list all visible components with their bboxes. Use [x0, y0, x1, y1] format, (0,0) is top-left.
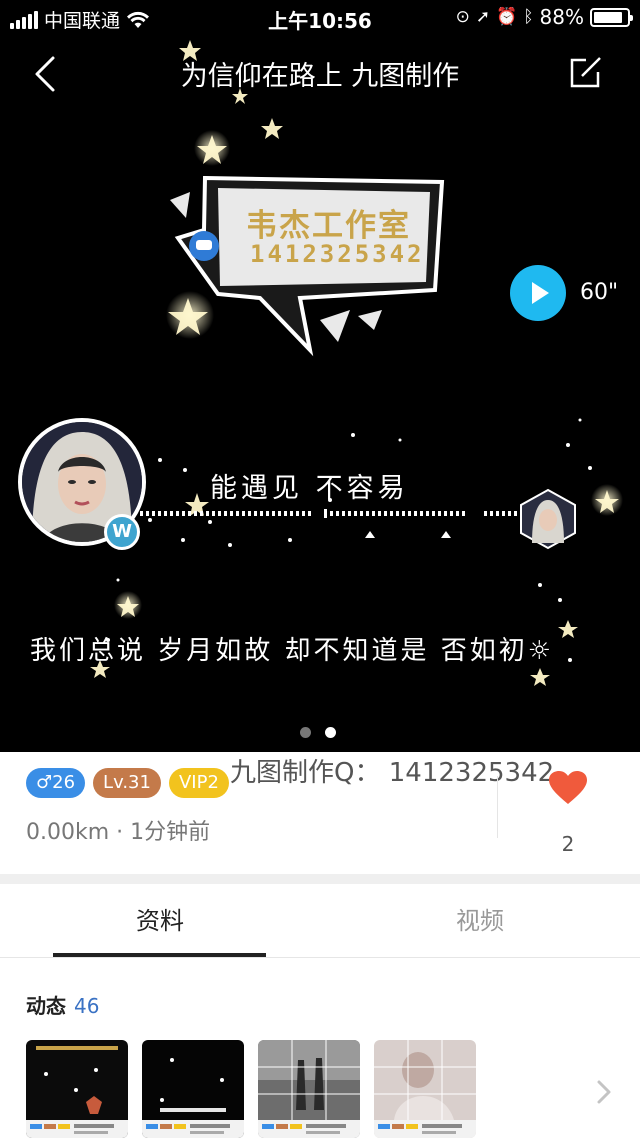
- moments-label: 动态: [26, 994, 66, 1018]
- profile-tabs: 资料 视频: [0, 884, 640, 958]
- moments-count: 46: [74, 994, 100, 1018]
- watermark-text: 九图制作Q： 1412325342: [230, 758, 555, 788]
- battery-level: [594, 11, 623, 23]
- lyric-line-2: 我们总说 岁月如故 却不知道是 否如初☼: [30, 636, 555, 666]
- status-right: ⊙ ➚ ⏰ ᛒ 88%: [455, 5, 633, 29]
- alarm-icon: ⏰: [496, 7, 518, 27]
- moment-thumbnail[interactable]: [142, 1040, 244, 1138]
- bluetooth-icon: ᛒ: [523, 7, 534, 27]
- divider: [497, 776, 498, 838]
- thumbnail-image: [142, 1040, 244, 1138]
- moment-thumbnail[interactable]: [26, 1040, 128, 1138]
- battery-percent: 88%: [539, 5, 584, 29]
- carousel-dot[interactable]: [325, 727, 336, 738]
- moments-thumbnails: [26, 1040, 476, 1138]
- voice-duration: 60": [580, 280, 619, 305]
- tab-profile[interactable]: 资料: [0, 884, 320, 958]
- battery-icon: [590, 7, 633, 27]
- voice-play-button[interactable]: [510, 265, 566, 321]
- avatar-badge: W: [104, 514, 140, 550]
- moment-thumbnail[interactable]: [258, 1040, 360, 1138]
- lyric-line-1: 能遇见 不容易: [210, 473, 409, 504]
- status-bar: 中国联通 上午10:56 ⊙ ➚ ⏰ ᛒ 88%: [0, 0, 640, 36]
- profile-info: 九图制作Q： 1412325342 ♂26 Lv.31 VIP2 0.00km …: [0, 752, 640, 874]
- moments-header[interactable]: 动态 46: [26, 990, 99, 1019]
- profile-badges: ♂26 Lv.31 VIP2: [26, 768, 229, 798]
- studio-number: 1412325342: [250, 240, 425, 268]
- gender-age-badge: ♂26: [26, 768, 86, 798]
- back-arrow-icon[interactable]: [28, 54, 68, 94]
- moment-thumbnail[interactable]: [374, 1040, 476, 1138]
- edit-icon[interactable]: [568, 54, 604, 90]
- location-icon: ➚: [475, 7, 491, 27]
- distance-time: 0.00km · 1分钟前: [26, 820, 211, 845]
- thumbnail-image: [258, 1040, 360, 1138]
- heart-icon: [549, 771, 587, 804]
- like-button[interactable]: 2: [540, 766, 596, 856]
- thumbnail-image: [374, 1040, 476, 1138]
- chevron-right-icon[interactable]: [594, 1078, 614, 1106]
- tab-video[interactable]: 视频: [320, 884, 640, 958]
- nav-bar: 为信仰在路上 九图制作: [0, 42, 640, 102]
- carousel-dot[interactable]: [300, 727, 311, 738]
- thumbnail-image: [26, 1040, 128, 1138]
- moments-section: 动态 46: [0, 958, 640, 1138]
- like-count: 2: [561, 832, 575, 856]
- page-title: 为信仰在路上 九图制作: [180, 61, 460, 92]
- active-tab-indicator: [53, 953, 266, 957]
- carousel-dots[interactable]: [300, 727, 336, 738]
- rotation-lock-icon: ⊙: [455, 7, 470, 27]
- level-badge: Lv.31: [93, 768, 161, 798]
- studio-name: 韦杰工作室: [246, 208, 411, 244]
- section-divider: [0, 874, 640, 884]
- vip-badge: VIP2: [168, 768, 229, 798]
- hexagon-avatar: [520, 488, 576, 550]
- studio-banner: 韦杰工作室 1412325342: [160, 170, 460, 360]
- hero-cover[interactable]: 中国联通 上午10:56 ⊙ ➚ ⏰ ᛒ 88% 为信仰在路上 九图制作 韦杰工…: [0, 0, 640, 752]
